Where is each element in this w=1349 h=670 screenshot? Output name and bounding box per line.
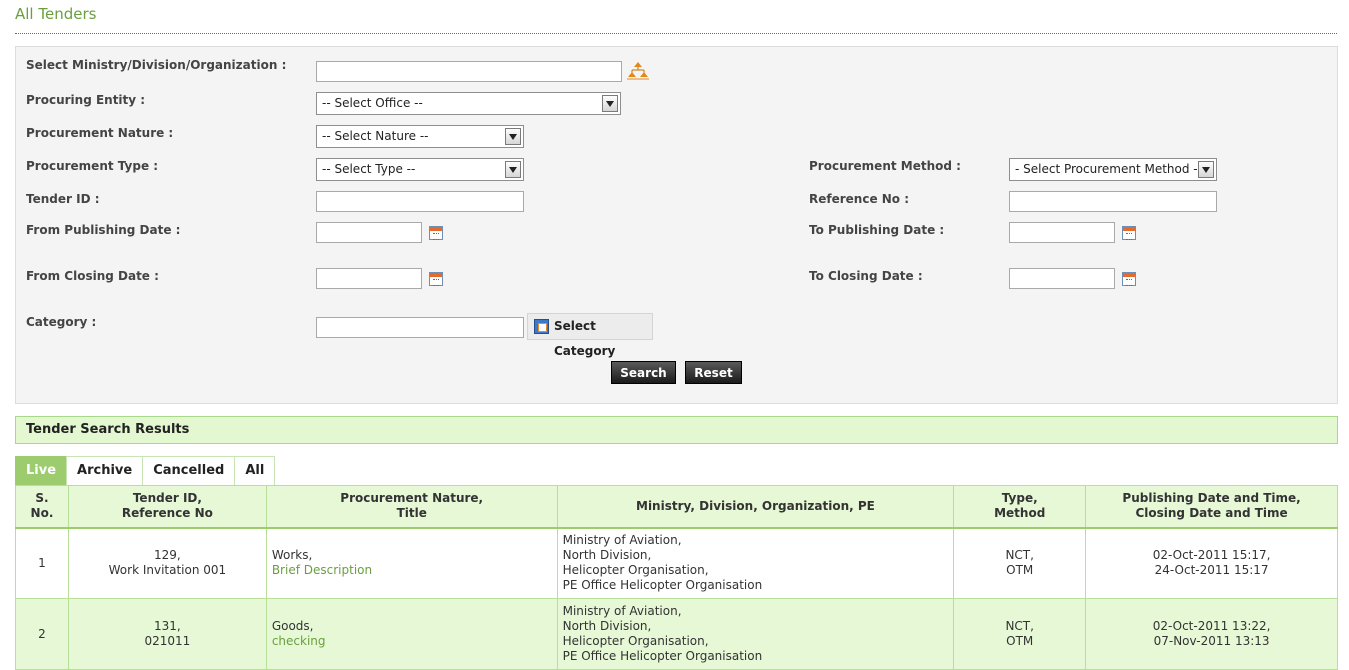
select-category-button[interactable]: Select Category [527, 313, 653, 358]
to-closing-date-input[interactable] [1009, 268, 1115, 289]
tender-title-link[interactable]: Brief Description [272, 563, 372, 577]
chevron-down-icon [602, 95, 618, 112]
column-header-type-method: Type, Method [953, 485, 1087, 529]
cell-nature-title: Goods, checking [265, 598, 558, 670]
procurement-nature-select[interactable]: -- Select Nature -- [316, 125, 524, 148]
reference-no-input[interactable] [1009, 191, 1217, 212]
procurement-type-select[interactable]: -- Select Type -- [316, 158, 524, 181]
procuring-entity-label: Procuring Entity : [26, 93, 146, 107]
cell-tender-id: 131, 021011 [67, 598, 267, 670]
calendar-icon[interactable] [429, 272, 443, 286]
title-divider [15, 33, 1337, 34]
cell-ministry: Ministry of Aviation, North Division, Heli… [556, 598, 955, 670]
calendar-icon[interactable] [1122, 226, 1136, 240]
from-closing-date-input[interactable] [316, 268, 422, 289]
cell-type-method: NCT, OTM [953, 598, 1087, 670]
results-header: Tender Search Results [15, 416, 1338, 444]
procuring-entity-select[interactable]: -- Select Office -- [316, 92, 621, 115]
procurement-method-value: - Select Procurement Method - [1015, 162, 1198, 176]
table-header-row: S. No. Tender ID, Reference No Procurement… [15, 485, 1338, 529]
procurement-nature-value: -- Select Nature -- [322, 129, 429, 143]
from-publishing-date-input[interactable] [316, 222, 422, 243]
to-publishing-date-input[interactable] [1009, 222, 1115, 243]
table-row: 2 131, 021011 Goods, checking Ministry of … [15, 598, 1338, 670]
reset-button[interactable]: Reset [685, 361, 742, 384]
category-icon [534, 319, 549, 334]
search-filter-panel: Select Ministry/Division/Organization : … [15, 46, 1338, 404]
search-button[interactable]: Search [611, 361, 676, 384]
tender-title-link[interactable]: checking [272, 634, 326, 648]
procurement-method-select[interactable]: - Select Procurement Method - [1009, 158, 1217, 181]
calendar-icon[interactable] [1122, 272, 1136, 286]
to-closing-date-label: To Closing Date : [809, 269, 923, 283]
results-tabs: Live Archive Cancelled All [15, 456, 276, 486]
org-hierarchy-icon[interactable] [627, 61, 649, 81]
table-row: 1 129, Work Invitation 001 Works, Brief De… [15, 527, 1338, 599]
cell-ministry: Ministry of Aviation, North Division, Heli… [556, 527, 955, 599]
results-table: S. No. Tender ID, Reference No Procurement… [15, 485, 1338, 670]
reference-no-label: Reference No : [809, 192, 910, 206]
cell-dates: 02-Oct-2011 13:22, 07-Nov-2011 13:13 [1085, 598, 1338, 670]
cell-nature-title: Works, Brief Description [265, 527, 558, 599]
cell-tender-id: 129, Work Invitation 001 [67, 527, 267, 599]
column-header-sno: S. No. [15, 485, 69, 529]
procurement-nature-label: Procurement Nature : [26, 126, 174, 140]
from-publishing-date-label: From Publishing Date : [26, 223, 181, 237]
procuring-entity-value: -- Select Office -- [322, 96, 423, 110]
procurement-type-value: -- Select Type -- [322, 162, 416, 176]
tender-id-input[interactable] [316, 191, 524, 212]
tab-cancelled[interactable]: Cancelled [142, 456, 236, 486]
from-closing-date-label: From Closing Date : [26, 269, 159, 283]
procurement-method-label: Procurement Method : [809, 159, 961, 173]
tab-archive[interactable]: Archive [66, 456, 144, 486]
page-title: All Tenders [15, 5, 97, 23]
column-header-tender-id: Tender ID, Reference No [67, 485, 267, 529]
cell-dates: 02-Oct-2011 15:17, 24-Oct-2011 15:17 [1085, 527, 1338, 599]
cell-type-method: NCT, OTM [953, 527, 1087, 599]
category-label: Category : [26, 315, 97, 329]
column-header-nature-title: Procurement Nature, Title [265, 485, 558, 529]
tab-all[interactable]: All [234, 456, 276, 486]
chevron-down-icon [505, 161, 521, 178]
tab-live[interactable]: Live [15, 456, 68, 486]
chevron-down-icon [1198, 161, 1214, 178]
calendar-icon[interactable] [429, 226, 443, 240]
tender-id-label: Tender ID : [26, 192, 100, 206]
column-header-ministry: Ministry, Division, Organization, PE [556, 485, 955, 529]
procurement-type-label: Procurement Type : [26, 159, 159, 173]
cell-sno: 2 [15, 598, 69, 670]
select-category-label: Select Category [554, 319, 616, 358]
chevron-down-icon [505, 128, 521, 145]
to-publishing-date-label: To Publishing Date : [809, 223, 945, 237]
cell-sno: 1 [15, 527, 69, 599]
ministry-label: Select Ministry/Division/Organization : [26, 58, 287, 72]
category-input[interactable] [316, 317, 524, 338]
column-header-dates: Publishing Date and Time, Closing Date an… [1085, 485, 1338, 529]
ministry-input[interactable] [316, 61, 622, 82]
